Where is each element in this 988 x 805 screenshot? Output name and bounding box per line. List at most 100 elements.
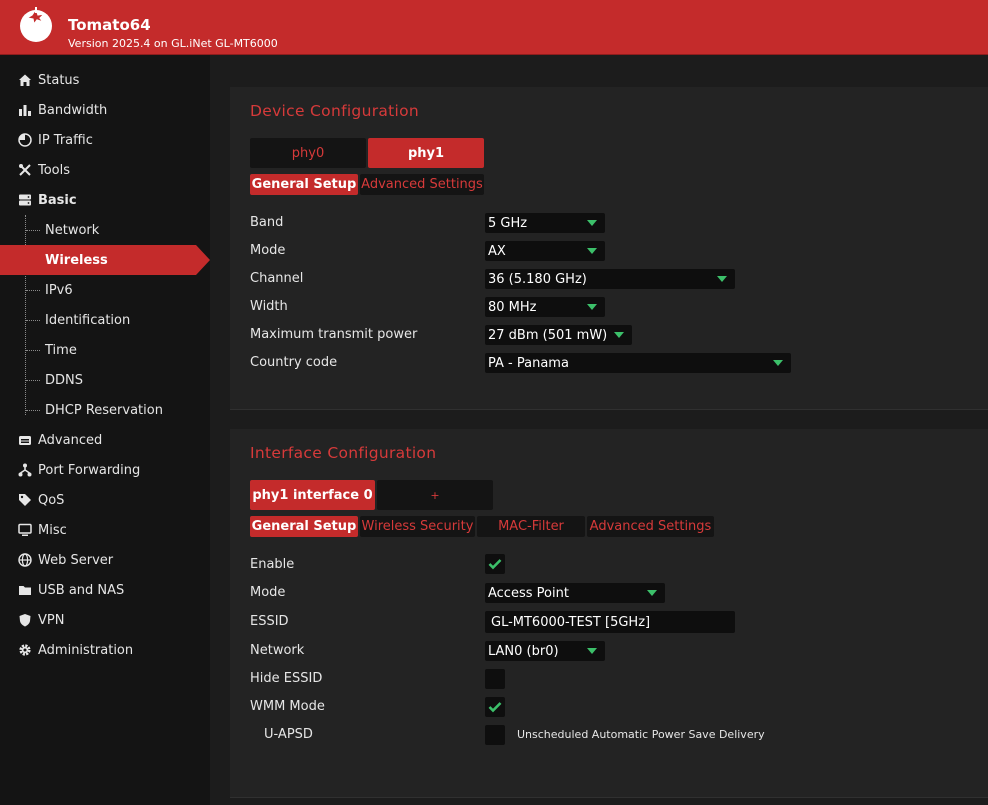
monitor-icon	[17, 522, 33, 538]
sidebar-item-usb-nas[interactable]: USB and NAS	[0, 575, 210, 605]
chevron-down-icon	[717, 276, 727, 282]
sidebar-item-label: Basic	[38, 192, 77, 208]
sidebar-item-vpn[interactable]: VPN	[0, 605, 210, 635]
country-code-select[interactable]: PA - Panama	[485, 353, 791, 373]
app-header: Tomato64 Version 2025.4 on GL.iNet GL-MT…	[0, 0, 988, 55]
sidebar-item-status[interactable]: Status	[0, 65, 210, 95]
panel-title: Device Configuration	[250, 102, 420, 120]
network-select[interactable]: LAN0 (br0)	[485, 641, 605, 661]
sidebar-subitem-identification[interactable]: Identification	[0, 305, 210, 335]
mode-label: Mode	[250, 585, 286, 600]
sidebar-subitem-dhcp-reservation[interactable]: DHCP Reservation	[0, 395, 210, 425]
width-label: Width	[250, 299, 288, 314]
network-value: LAN0 (br0)	[488, 643, 559, 659]
tag-icon	[17, 492, 33, 508]
sidebar-item-label: Tools	[38, 162, 71, 178]
channel-label: Channel	[250, 271, 304, 286]
band-label: Band	[250, 215, 284, 230]
tab-add-interface[interactable]: +	[377, 480, 493, 510]
enable-checkbox[interactable]	[485, 554, 505, 574]
subtab-general-setup[interactable]: General Setup	[250, 516, 358, 537]
wmm-mode-checkbox[interactable]	[485, 697, 505, 717]
tab-phy1-interface-0[interactable]: phy1 interface 0	[250, 480, 375, 510]
country-code-label: Country code	[250, 355, 338, 370]
globe-icon	[17, 552, 33, 568]
hide-essid-label: Hide ESSID	[250, 671, 323, 686]
mode-select[interactable]: AX	[485, 241, 605, 261]
essid-input[interactable]	[485, 611, 735, 633]
panel-title: Interface Configuration	[250, 444, 437, 462]
sidebar-item-administration[interactable]: Administration	[0, 635, 210, 665]
sidebar-item-label: Bandwidth	[38, 102, 108, 118]
app-title: Tomato64	[68, 16, 151, 34]
router-icon	[17, 432, 33, 448]
hide-essid-checkbox[interactable]	[485, 669, 505, 689]
sidebar-subitem-ipv6[interactable]: IPv6	[0, 275, 210, 305]
chevron-down-icon	[647, 590, 657, 596]
device-config-panel: Device Configuration phy0 phy1 General S…	[230, 87, 988, 410]
sidebar-item-ip-traffic[interactable]: IP Traffic	[0, 125, 210, 155]
uapsd-hint: Unscheduled Automatic Power Save Deliver…	[517, 728, 765, 741]
enable-label: Enable	[250, 557, 295, 572]
check-icon	[488, 559, 502, 570]
sidebar-subitem-network[interactable]: Network	[0, 215, 210, 245]
sidebar-subitem-ddns[interactable]: DDNS	[0, 365, 210, 395]
sidebar-item-bandwidth[interactable]: Bandwidth	[0, 95, 210, 125]
sidebar-item-qos[interactable]: QoS	[0, 485, 210, 515]
sidebar-item-basic[interactable]: Basic	[0, 185, 210, 215]
chevron-down-icon	[773, 360, 783, 366]
band-value: 5 GHz	[488, 215, 528, 231]
sidebar-item-label: Misc	[38, 522, 67, 538]
chevron-down-icon	[587, 248, 597, 254]
tab-phy0[interactable]: phy0	[250, 138, 366, 168]
server-icon	[17, 192, 33, 208]
band-select[interactable]: 5 GHz	[485, 213, 605, 233]
sidebar-item-label: Web Server	[38, 552, 114, 568]
tab-phy1[interactable]: phy1	[368, 138, 484, 168]
chevron-down-icon	[587, 220, 597, 226]
sidebar-item-tools[interactable]: Tools	[0, 155, 210, 185]
channel-select[interactable]: 36 (5.180 GHz)	[485, 269, 735, 289]
sidebar-item-label: Administration	[38, 642, 134, 658]
country-code-value: PA - Panama	[488, 355, 569, 371]
home-icon	[17, 72, 33, 88]
sidebar-subitem-time[interactable]: Time	[0, 335, 210, 365]
mode-value: AX	[488, 243, 506, 259]
chevron-down-icon	[587, 648, 597, 654]
tomato-logo-icon	[20, 7, 52, 42]
mode-value: Access Point	[488, 585, 569, 601]
bar-chart-icon	[17, 102, 33, 118]
sidebar-item-label: USB and NAS	[38, 582, 125, 598]
sidebar: Status Bandwidth IP Traffic Tools Basic …	[0, 55, 210, 805]
subtab-wireless-security[interactable]: Wireless Security	[360, 516, 475, 537]
app-version: Version 2025.4 on GL.iNet GL-MT6000	[68, 37, 278, 50]
chevron-down-icon	[614, 332, 624, 338]
network-tree-icon	[17, 462, 33, 478]
sidebar-item-misc[interactable]: Misc	[0, 515, 210, 545]
pie-chart-icon	[17, 132, 33, 148]
subtab-general-setup[interactable]: General Setup	[250, 174, 358, 195]
tx-power-value: 27 dBm (501 mW)	[488, 327, 608, 343]
folder-icon	[17, 582, 33, 598]
sidebar-item-label: Advanced	[38, 432, 103, 448]
uapsd-label: U-APSD	[264, 727, 313, 742]
sidebar-item-label: IP Traffic	[38, 132, 93, 148]
tx-power-select[interactable]: 27 dBm (501 mW)	[485, 325, 632, 345]
subtab-advanced-settings[interactable]: Advanced Settings	[587, 516, 714, 537]
subtab-advanced-settings[interactable]: Advanced Settings	[360, 174, 484, 195]
channel-value: 36 (5.180 GHz)	[488, 271, 587, 287]
network-label: Network	[250, 643, 305, 658]
mode-select[interactable]: Access Point	[485, 583, 665, 603]
subtab-mac-filter[interactable]: MAC-Filter	[477, 516, 585, 537]
essid-label: ESSID	[250, 614, 289, 629]
sidebar-item-label: VPN	[38, 612, 65, 628]
sidebar-item-advanced[interactable]: Advanced	[0, 425, 210, 455]
gear-icon	[17, 642, 33, 658]
sidebar-item-web-server[interactable]: Web Server	[0, 545, 210, 575]
width-select[interactable]: 80 MHz	[485, 297, 605, 317]
sidebar-item-port-forwarding[interactable]: Port Forwarding	[0, 455, 210, 485]
uapsd-checkbox[interactable]	[485, 725, 505, 745]
wmm-mode-label: WMM Mode	[250, 699, 325, 714]
sidebar-subitem-wireless[interactable]: Wireless	[0, 245, 210, 275]
shield-icon	[17, 612, 33, 628]
